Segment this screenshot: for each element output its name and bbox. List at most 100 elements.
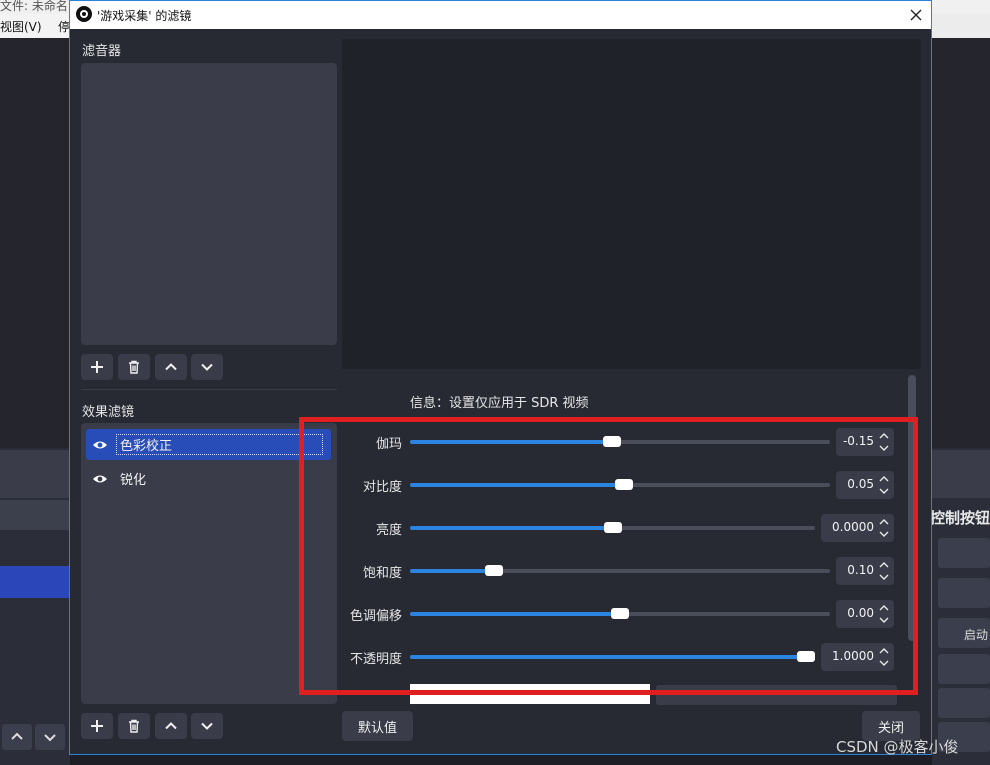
slider-fill [410,612,620,616]
slider-fill [410,526,613,530]
controls-header: 控制按钮 [930,509,990,527]
move-audio-filter-down-button[interactable] [191,354,223,380]
slider-handle[interactable] [797,651,815,662]
plus-icon [91,361,103,373]
dialog-title: '游戏采集' 的滤镜 [97,9,192,23]
control-button[interactable] [938,578,990,608]
bg-left-list-item [0,500,70,530]
move-effect-filter-up-button[interactable] [155,713,187,739]
property-spinbox[interactable]: 0.10 [836,557,894,585]
spinbox-value: 0.0000 [832,520,874,534]
remove-effect-filter-button[interactable] [118,713,150,739]
eye-icon[interactable] [92,440,108,450]
spin-down-icon[interactable] [878,615,890,625]
effect-filter-item[interactable]: 色彩校正 [86,429,331,460]
add-effect-filter-button[interactable] [81,713,113,739]
spin-down-icon[interactable] [878,443,890,453]
property-label: 色调偏移 [349,609,402,624]
chevron-up-icon [165,722,177,730]
chevron-up-icon [11,732,23,740]
audio-filters-list[interactable] [81,63,337,345]
remove-audio-filter-button[interactable] [118,354,150,380]
obs-icon [76,6,92,22]
spin-up-icon[interactable] [878,603,890,613]
property-label: 亮度 [375,523,402,538]
filter-preview [342,39,921,369]
bg-right-band [932,450,990,498]
property-slider[interactable] [410,651,815,662]
property-slider[interactable] [410,608,830,619]
chevron-down-icon [44,734,56,742]
move-audio-filter-up-button[interactable] [155,354,187,380]
slider-handle[interactable] [603,522,622,533]
property-label: 对比度 [362,480,402,495]
slider-handle[interactable] [485,565,503,576]
plus-icon [91,720,103,732]
spinbox-value: 1.0000 [832,649,874,663]
bg-title-fragment: 文件: 未命名 [0,0,68,13]
property-slider[interactable] [410,565,830,576]
slider-handle[interactable] [611,608,629,619]
property-slider[interactable] [410,522,815,533]
bg-left-selected-item[interactable] [0,566,70,598]
eye-icon[interactable] [92,474,108,484]
bg-right-preview [932,38,990,448]
spinbox-value: 0.00 [847,606,874,620]
defaults-button[interactable]: 默认值 [342,711,413,741]
menu-view[interactable]: 视图(V) [0,18,42,35]
bg-left-preview [0,38,70,448]
dialog-titlebar[interactable]: '游戏采集' 的滤镜 [70,1,931,29]
spin-up-icon[interactable] [878,560,890,570]
property-spinbox[interactable]: 0.0000 [821,514,894,542]
slider-fill [410,655,815,659]
bg-move-up-button[interactable] [2,724,32,750]
properties-scrollbar[interactable] [908,375,916,641]
spinbox-value: 0.10 [847,563,874,577]
property-spinbox[interactable]: 0.00 [836,600,894,628]
slider-fill [410,440,612,444]
chevron-down-icon [201,722,213,730]
divider [81,389,337,390]
property-label: 饱和度 [362,566,402,581]
effect-filters-label: 效果滤镜 [82,405,135,420]
spin-up-icon[interactable] [878,517,890,527]
filters-dialog: '游戏采集' 的滤镜 滤音器 效果滤镜 色彩校正 锐化 信息：设置仅应用于 SD… [69,0,932,755]
info-text: 信息：设置仅应用于 SDR 视频 [410,396,589,411]
spin-down-icon[interactable] [878,486,890,496]
close-icon[interactable] [906,5,926,25]
slider-fill [410,569,494,573]
effect-filters-list[interactable]: 色彩校正 锐化 [81,423,337,704]
property-label: 伽玛 [375,437,402,452]
watermark: CSDN @极客小俊 [836,738,959,756]
spin-up-icon[interactable] [878,474,890,484]
property-slider[interactable] [410,436,830,447]
output-field[interactable] [410,684,650,704]
property-spinbox[interactable]: 1.0000 [821,643,894,671]
move-effect-filter-down-button[interactable] [191,713,223,739]
control-button[interactable] [938,538,990,568]
slider-handle[interactable] [602,436,621,447]
property-spinbox[interactable]: 0.05 [836,471,894,499]
effect-filter-item[interactable]: 锐化 [86,463,331,494]
control-button[interactable] [938,688,990,718]
spin-down-icon[interactable] [878,529,890,539]
effect-filter-label: 锐化 [120,473,147,488]
spin-up-icon[interactable] [878,431,890,441]
add-audio-filter-button[interactable] [81,354,113,380]
spinbox-value: -0.15 [842,434,874,448]
spin-down-icon[interactable] [878,572,890,582]
slider-handle[interactable] [615,479,634,490]
property-spinbox[interactable]: -0.15 [836,428,894,456]
slider-fill [410,483,625,487]
control-button[interactable] [938,654,990,684]
chevron-down-icon [201,363,213,371]
bg-move-down-button[interactable] [35,724,65,750]
property-label: 不透明度 [349,652,402,667]
spin-down-icon[interactable] [878,658,890,668]
bg-menubar-right [932,14,990,38]
property-slider[interactable] [410,479,830,490]
start-label: 启动 [964,628,989,642]
trash-icon [129,360,139,374]
output-button[interactable] [656,685,897,705]
spin-up-icon[interactable] [878,646,890,656]
